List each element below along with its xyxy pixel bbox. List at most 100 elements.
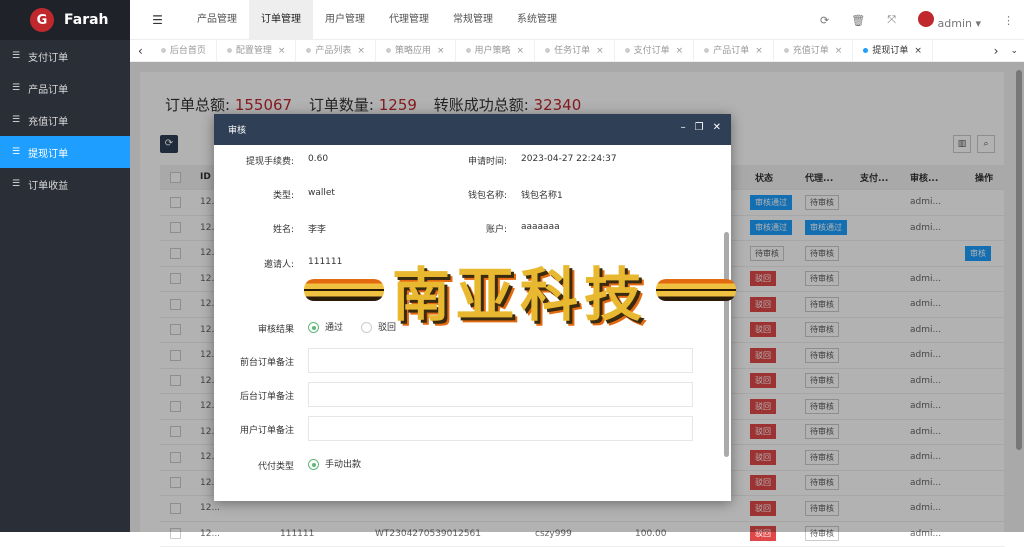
maximize-icon[interactable]: ❐ — [695, 122, 704, 133]
tab-dot-icon — [863, 48, 868, 53]
fee-value: 0.60 — [308, 154, 328, 164]
sidebar-item[interactable]: ☰ 订单收益 — [0, 168, 130, 200]
account-value: aaaaaaa — [521, 222, 560, 232]
tab-label: 产品列表 — [315, 46, 351, 56]
nav-item[interactable]: 代理管理 — [377, 0, 441, 40]
list-icon: ☰ — [12, 179, 20, 189]
tabs-dropdown-icon[interactable]: ⌄ — [1004, 46, 1024, 56]
tab-dot-icon — [227, 48, 232, 53]
sidebar-item-label: 订单收益 — [28, 177, 68, 192]
close-icon[interactable]: ✕ — [713, 122, 721, 133]
tab-label: 配置管理 — [236, 46, 272, 56]
brand-logo[interactable]: G Farah — [0, 0, 130, 40]
nav-item[interactable]: 系统管理 — [505, 0, 569, 40]
wallet-label: 钱包名称: — [427, 188, 507, 201]
tab-close-icon[interactable]: × — [437, 46, 445, 56]
top-nav: ☰ 产品管理订单管理用户管理代理管理常规管理系统管理 ⟳ 🗑 ⤧ admin ▾… — [130, 0, 1024, 40]
list-icon: ☰ — [12, 147, 20, 157]
tab-close-icon[interactable]: × — [835, 46, 843, 56]
user-note-input[interactable] — [308, 416, 693, 441]
avatar — [918, 11, 934, 27]
page-tab[interactable]: 用户策略 × — [456, 40, 536, 62]
nav-item[interactable]: 产品管理 — [185, 0, 249, 40]
tabs-prev-icon[interactable]: ‹ — [130, 44, 151, 58]
tab-label: 策略应用 — [395, 46, 431, 56]
logo-icon: G — [30, 8, 54, 32]
sidebar-item-label: 支付订单 — [28, 49, 68, 64]
nav-item[interactable]: 常规管理 — [441, 0, 505, 40]
sidebar-item[interactable]: ☰ 产品订单 — [0, 72, 130, 104]
tab-label: 用户策略 — [475, 46, 511, 56]
front-note-input[interactable] — [308, 348, 693, 373]
sidebar-item[interactable]: ☰ 充值订单 — [0, 104, 130, 136]
nav-item[interactable]: 用户管理 — [313, 0, 377, 40]
page-tab[interactable]: 产品列表 × — [296, 40, 376, 62]
list-icon: ☰ — [12, 51, 20, 61]
back-note-label: 后台订单备注 — [214, 389, 294, 402]
list-icon: ☰ — [12, 83, 20, 93]
radio-label: 手动出款 — [325, 460, 361, 470]
menu-toggle-icon[interactable]: ☰ — [130, 13, 185, 27]
username: admin — [938, 17, 972, 30]
refresh-icon[interactable]: ⟳ — [820, 14, 829, 27]
brand-name: Farah — [64, 12, 109, 28]
sidebar-item-label: 产品订单 — [28, 81, 68, 96]
tab-dot-icon — [545, 48, 550, 53]
wallet-value: 钱包名称1 — [521, 188, 563, 201]
page-tab[interactable]: 充值订单 × — [774, 40, 854, 62]
type-value: wallet — [308, 188, 335, 198]
user-menu[interactable]: admin ▾ — [918, 11, 981, 30]
tab-label: 任务订单 — [554, 46, 590, 56]
tab-label: 后台首页 — [170, 46, 206, 56]
user-note-label: 用户订单备注 — [214, 423, 294, 436]
tab-close-icon[interactable]: × — [517, 46, 525, 56]
account-label: 账户: — [427, 222, 507, 235]
nav-item[interactable]: 订单管理 — [249, 0, 313, 40]
page-tab[interactable]: 配置管理 × — [217, 40, 297, 62]
pay-type-label: 代付类型 — [214, 459, 294, 472]
front-note-label: 前台订单备注 — [214, 355, 294, 368]
sidebar-item[interactable]: ☰ 支付订单 — [0, 40, 130, 72]
list-icon: ☰ — [12, 115, 20, 125]
tab-close-icon[interactable]: × — [914, 46, 922, 56]
sidebar-item-label: 充值订单 — [28, 113, 68, 128]
tab-dot-icon — [784, 48, 789, 53]
tab-close-icon[interactable]: × — [676, 46, 684, 56]
modal-title: 审核 — [228, 123, 246, 136]
time-value: 2023-04-27 22:24:37 — [521, 154, 617, 164]
tab-close-icon[interactable]: × — [357, 46, 365, 56]
more-icon[interactable]: ⋮ — [1003, 14, 1014, 27]
tab-close-icon[interactable]: × — [278, 46, 286, 56]
tab-label: 提现订单 — [872, 46, 908, 56]
tabs-next-icon[interactable]: › — [988, 44, 1005, 58]
trash-icon[interactable]: 🗑 — [851, 14, 865, 27]
fullscreen-icon[interactable]: ⤧ — [887, 13, 896, 27]
tab-close-icon[interactable]: × — [596, 46, 604, 56]
sidebar-item-label: 提现订单 — [28, 145, 68, 160]
fee-label: 提现手续费: — [214, 154, 294, 167]
tab-label: 产品订单 — [713, 46, 749, 56]
minimize-icon[interactable]: – — [681, 122, 686, 133]
tab-dot-icon — [161, 48, 166, 53]
page-tab[interactable]: 策略应用 × — [376, 40, 456, 62]
page-tab[interactable]: 支付订单× — [615, 40, 695, 62]
pay-type-radio[interactable]: 手动出款 — [308, 457, 361, 470]
sidebar: G Farah ☰ 支付订单 ☰ 产品订单 ☰ 充值订单 ☰ 提现订单 ☰ 订单收益 — [0, 0, 130, 532]
page-tab[interactable]: 提现订单 × — [853, 40, 933, 62]
tab-dot-icon — [704, 48, 709, 53]
page-tab[interactable]: 任务订单 × — [535, 40, 615, 62]
tab-close-icon[interactable]: × — [755, 46, 763, 56]
page-scrollbar[interactable] — [1016, 70, 1022, 450]
tab-dot-icon — [306, 48, 311, 53]
watermark-logo: 南亚科技 — [245, 255, 795, 325]
page-tab[interactable]: 后台首页 — [151, 40, 217, 62]
page-tab[interactable]: 产品订单 × — [694, 40, 774, 62]
tab-label: 充值订单 — [793, 46, 829, 56]
tab-dot-icon — [625, 48, 630, 53]
name-label: 姓名: — [214, 222, 294, 235]
back-note-input[interactable] — [308, 382, 693, 407]
tab-bar: ‹ 后台首页配置管理×产品列表×策略应用×用户策略×任务订单×支付订单×产品订单… — [130, 40, 1024, 62]
tab-dot-icon — [386, 48, 391, 53]
sidebar-item[interactable]: ☰ 提现订单 — [0, 136, 130, 168]
tab-dot-icon — [466, 48, 471, 53]
